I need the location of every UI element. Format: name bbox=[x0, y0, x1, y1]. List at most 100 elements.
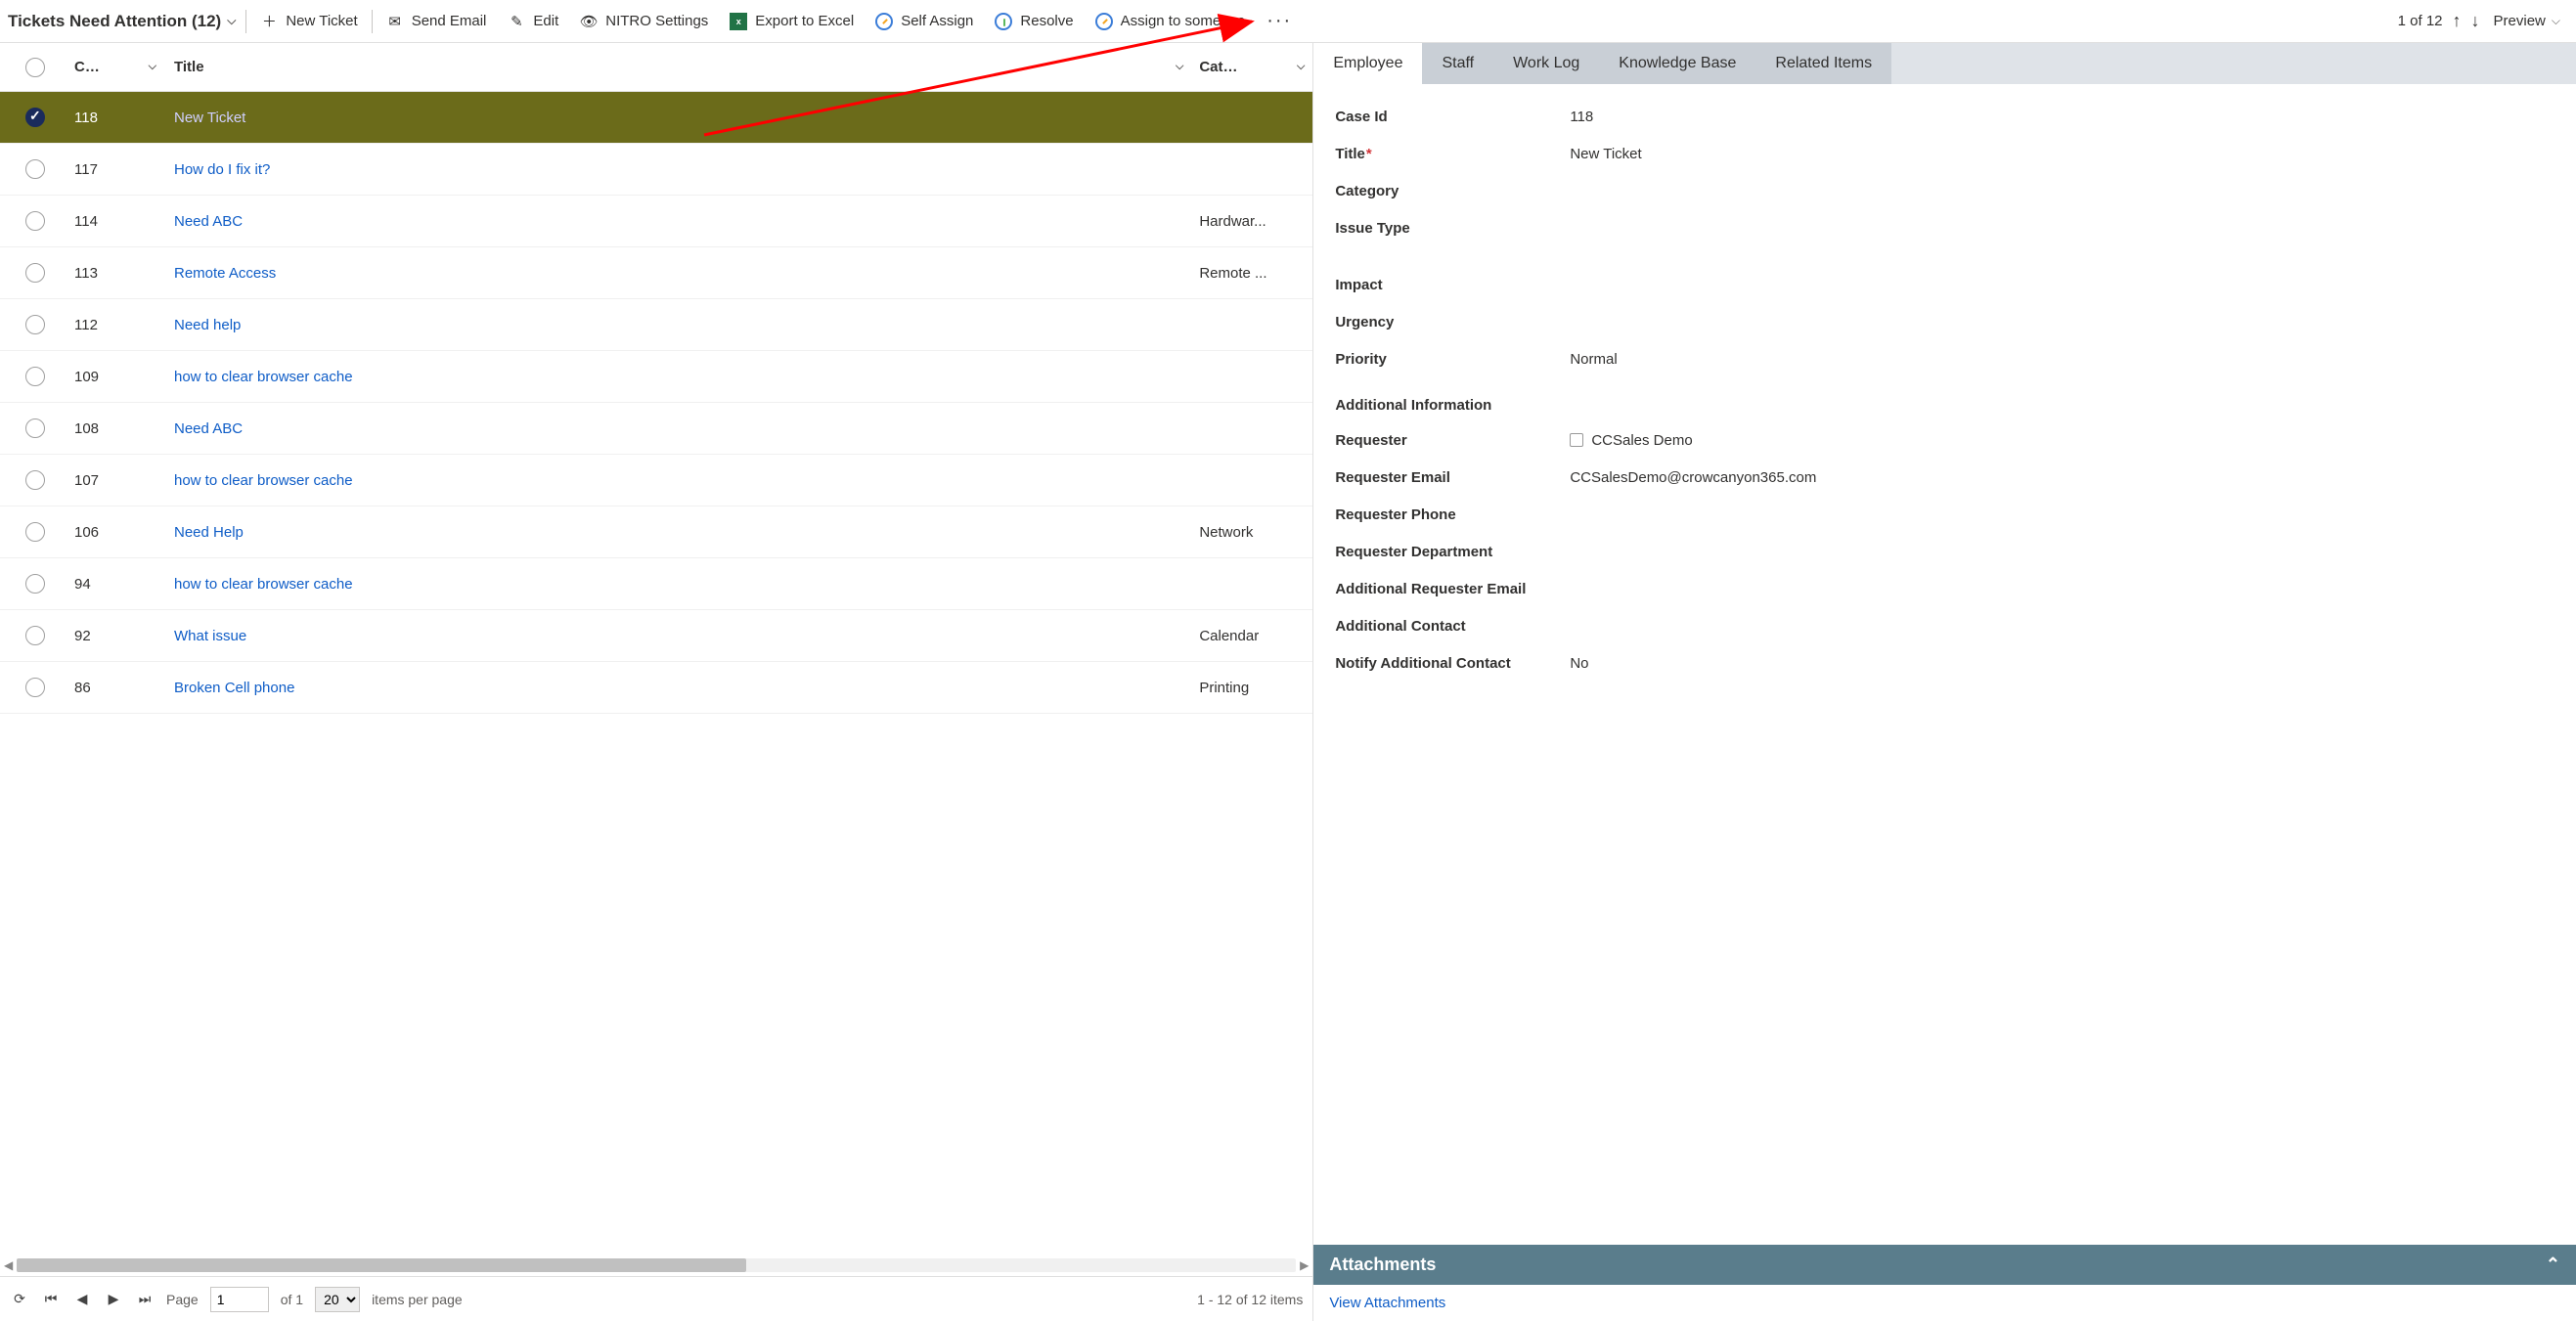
view-title[interactable]: Tickets Need Attention (12) ⌵ bbox=[8, 12, 242, 31]
table-row[interactable]: 109how to clear browser cache bbox=[0, 351, 1312, 403]
cell-title: Remote Access bbox=[164, 265, 1191, 282]
page-size-select[interactable]: 20 bbox=[315, 1287, 360, 1312]
tab-work-log[interactable]: Work Log bbox=[1493, 43, 1599, 84]
previous-record-button[interactable]: ↑ bbox=[2449, 11, 2465, 31]
page-of-label: of 1 bbox=[281, 1292, 303, 1307]
attachments-header-label: Attachments bbox=[1329, 1255, 1436, 1275]
table-row[interactable]: 92What issueCalendar bbox=[0, 610, 1312, 662]
row-select[interactable] bbox=[0, 108, 70, 127]
nitro-label: NITRO Settings bbox=[605, 13, 708, 29]
table-row[interactable]: 112Need help bbox=[0, 299, 1312, 351]
field-label: Requester bbox=[1335, 432, 1570, 449]
form-field: Requester Phone bbox=[1335, 496, 2554, 533]
header-caseid[interactable]: C… ⌵ bbox=[70, 59, 164, 75]
table-row[interactable]: 107how to clear browser cache bbox=[0, 455, 1312, 506]
row-select[interactable] bbox=[0, 678, 70, 697]
row-select[interactable] bbox=[0, 418, 70, 438]
row-select[interactable] bbox=[0, 522, 70, 542]
tab-knowledge-base[interactable]: Knowledge Base bbox=[1599, 43, 1755, 84]
field-value: CCSalesDemo@crowcanyon365.com bbox=[1570, 469, 2554, 486]
radio-icon bbox=[25, 108, 45, 127]
form-field: Category bbox=[1335, 172, 2554, 209]
export-excel-button[interactable]: x Export to Excel bbox=[720, 9, 864, 34]
title-link[interactable]: how to clear browser cache bbox=[174, 576, 353, 593]
table-row[interactable]: 94 how to clear browser cache bbox=[0, 558, 1312, 610]
last-page-button[interactable]: ⏭ bbox=[135, 1291, 155, 1307]
radio-icon bbox=[25, 315, 45, 334]
more-actions-button[interactable]: ··· bbox=[1257, 6, 1302, 36]
cell-title: How do I fix it? bbox=[164, 161, 1191, 178]
attachments-accordion[interactable]: Attachments ⌃ bbox=[1313, 1245, 2576, 1285]
form-field: Additional Contact bbox=[1335, 607, 2554, 644]
title-link[interactable]: Need ABC bbox=[174, 420, 243, 437]
table-row[interactable]: 117 How do I fix it? bbox=[0, 144, 1312, 196]
section-header-additional-info: Additional Information bbox=[1335, 397, 2554, 414]
title-link[interactable]: New Ticket bbox=[174, 110, 245, 126]
row-select[interactable] bbox=[0, 367, 70, 386]
table-row[interactable]: 113Remote AccessRemote ... bbox=[0, 247, 1312, 299]
cell-caseid: 92 bbox=[70, 628, 164, 644]
header-category[interactable]: Cat… ⌵ bbox=[1191, 59, 1312, 75]
field-label: Requester Phone bbox=[1335, 506, 1570, 523]
mail-icon: ✉ bbox=[386, 13, 404, 30]
radio-icon bbox=[25, 626, 45, 645]
title-link[interactable]: How do I fix it? bbox=[174, 161, 270, 178]
preview-toggle[interactable]: Preview ⌵ bbox=[2486, 13, 2568, 29]
title-link[interactable]: What issue bbox=[174, 628, 246, 644]
first-page-button[interactable]: ⏮ bbox=[41, 1291, 61, 1307]
header-select-all[interactable] bbox=[0, 58, 70, 77]
tab-staff[interactable]: Staff bbox=[1422, 43, 1493, 84]
field-value: CCSales Demo bbox=[1570, 432, 2554, 449]
table-row[interactable]: 106Need HelpNetwork bbox=[0, 506, 1312, 558]
title-link[interactable]: Need Help bbox=[174, 524, 244, 541]
next-record-button[interactable]: ↓ bbox=[2467, 11, 2484, 31]
scroll-thumb[interactable] bbox=[17, 1258, 745, 1272]
page-input[interactable] bbox=[210, 1287, 269, 1312]
radio-icon bbox=[25, 263, 45, 283]
field-label: Additional Requester Email bbox=[1335, 581, 1570, 597]
resolve-button[interactable]: Resolve bbox=[985, 9, 1083, 34]
table-row[interactable]: 118New Ticket bbox=[0, 92, 1312, 144]
row-select[interactable] bbox=[0, 211, 70, 231]
page-label: Page bbox=[166, 1292, 199, 1307]
row-select[interactable] bbox=[0, 159, 70, 179]
cell-caseid: 117 bbox=[70, 161, 164, 178]
title-link[interactable]: Need help bbox=[174, 317, 241, 333]
self-assign-button[interactable]: Self Assign bbox=[866, 9, 983, 34]
tab-related-items[interactable]: Related Items bbox=[1755, 43, 1891, 84]
radio-icon bbox=[25, 418, 45, 438]
horizontal-scrollbar[interactable]: ◀ ▶ bbox=[0, 1255, 1312, 1276]
refresh-button[interactable]: ⟳ bbox=[10, 1291, 29, 1307]
row-select[interactable] bbox=[0, 315, 70, 334]
send-email-button[interactable]: ✉ Send Email bbox=[377, 9, 497, 34]
tab-employee[interactable]: Employee bbox=[1313, 43, 1422, 84]
next-page-button[interactable]: ▶ bbox=[104, 1291, 123, 1307]
row-select[interactable] bbox=[0, 470, 70, 490]
form-field: Case Id118 bbox=[1335, 98, 2554, 135]
row-select[interactable] bbox=[0, 263, 70, 283]
cell-title: Need ABC bbox=[164, 213, 1191, 230]
row-select[interactable] bbox=[0, 574, 70, 594]
view-attachments-link[interactable]: View Attachments bbox=[1313, 1285, 2576, 1321]
assign-someone-button[interactable]: Assign to someone bbox=[1086, 9, 1256, 34]
edit-button[interactable]: ✎ Edit bbox=[498, 9, 568, 34]
new-ticket-button[interactable]: ＋ New Ticket bbox=[250, 9, 367, 34]
prev-page-button[interactable]: ◀ bbox=[72, 1291, 92, 1307]
grid-body[interactable]: 118New Ticket 117 How do I fix it? 114Need … bbox=[0, 92, 1312, 1255]
title-link[interactable]: how to clear browser cache bbox=[174, 369, 353, 385]
row-select[interactable] bbox=[0, 626, 70, 645]
title-link[interactable]: Need ABC bbox=[174, 213, 243, 230]
header-title[interactable]: Title ⌵ bbox=[164, 59, 1191, 75]
title-link[interactable]: Broken Cell phone bbox=[174, 680, 294, 696]
cell-category: Remote ... bbox=[1191, 265, 1312, 282]
title-link[interactable]: Remote Access bbox=[174, 265, 276, 282]
table-row[interactable]: 114Need ABCHardwar... bbox=[0, 196, 1312, 247]
title-link[interactable]: how to clear browser cache bbox=[174, 472, 353, 489]
form-field: Issue Type bbox=[1335, 209, 2554, 246]
table-row[interactable]: 108Need ABC bbox=[0, 403, 1312, 455]
cell-caseid: 94 bbox=[70, 576, 164, 593]
cell-caseid: 86 bbox=[70, 680, 164, 696]
nitro-settings-button[interactable]: 👁 NITRO Settings bbox=[570, 9, 718, 34]
edit-label: Edit bbox=[533, 13, 558, 29]
table-row[interactable]: 86Broken Cell phonePrinting bbox=[0, 662, 1312, 714]
